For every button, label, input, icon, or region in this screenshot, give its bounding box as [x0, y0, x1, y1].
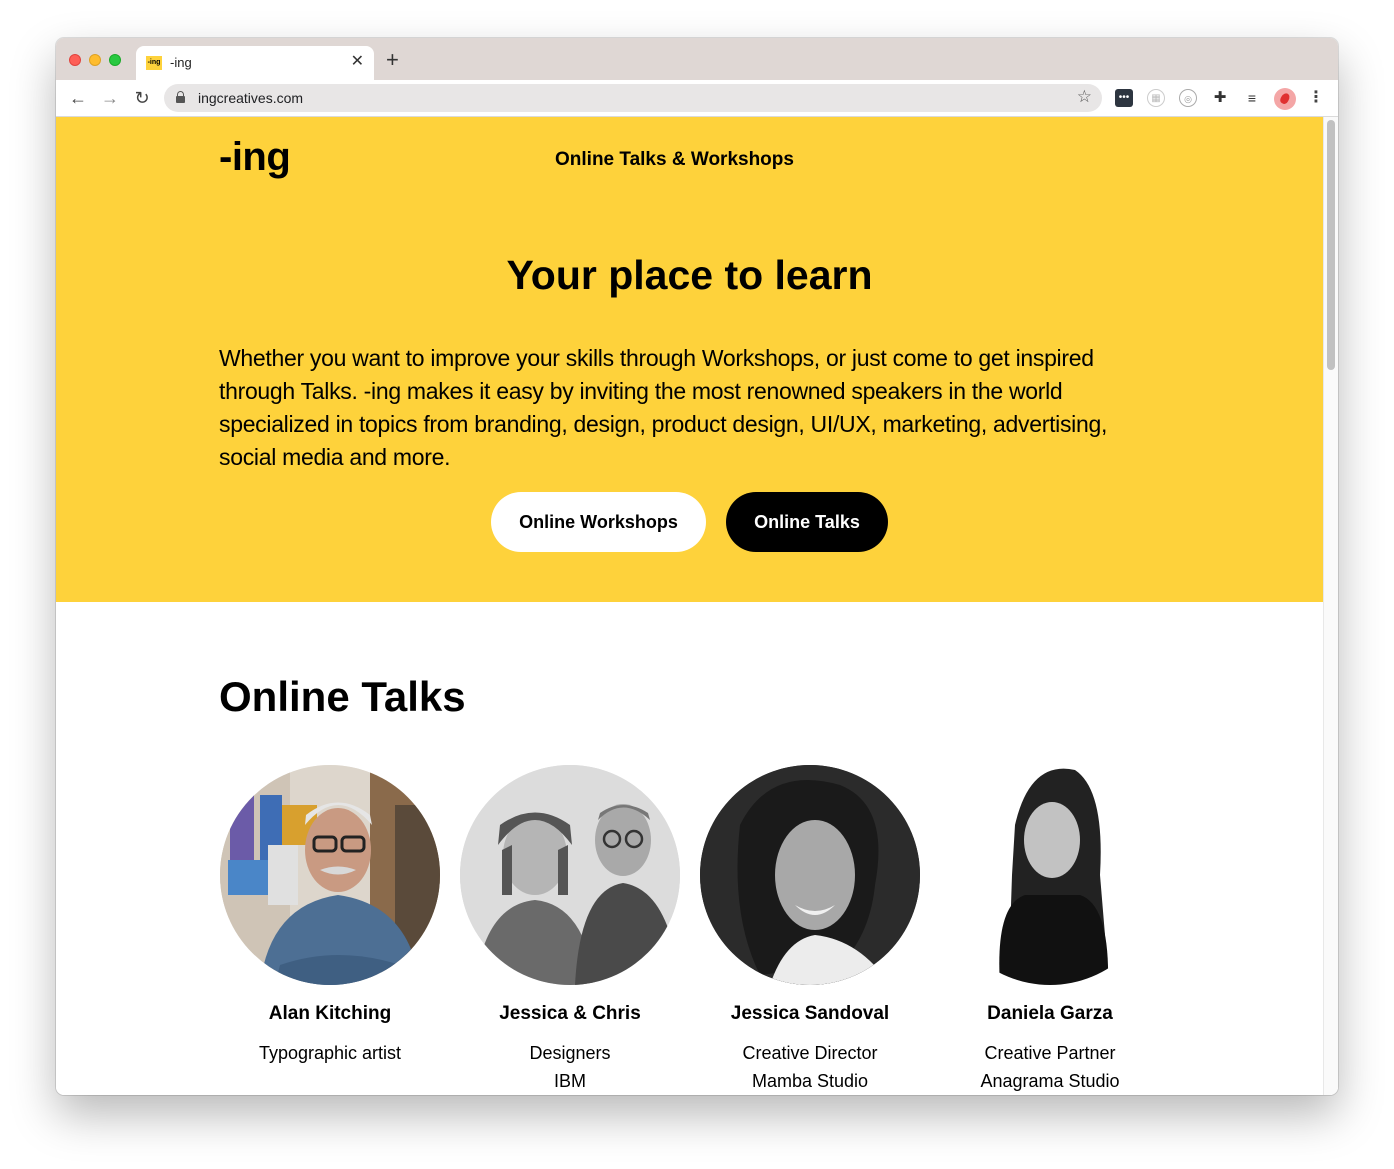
nav-link-talks-workshops[interactable]: Online Talks & Workshops: [555, 149, 794, 171]
bookmark-star-icon[interactable]: ☆: [1077, 87, 1092, 107]
hero-description: Whether you want to improve your skills …: [219, 345, 1108, 470]
speaker-photo[interactable]: [460, 765, 680, 985]
page-scrollbar[interactable]: [1323, 117, 1338, 1095]
tab-title: -ing: [170, 55, 192, 70]
close-tab-icon[interactable]: ✕: [351, 53, 364, 71]
speaker-name[interactable]: Jessica & Chris: [460, 1003, 680, 1025]
speaker-card[interactable]: Jessica Sandoval Creative Director Mamba…: [700, 765, 920, 1095]
speaker-role: Creative Director: [742, 1043, 878, 1063]
media-queue-icon[interactable]: ≡: [1243, 89, 1261, 107]
speaker-role: Typographic artist: [258, 1043, 402, 1063]
online-talks-heading: Online Talks: [219, 673, 466, 720]
back-icon[interactable]: ←: [66, 86, 90, 110]
speaker-company: Anagrama Studio: [980, 1071, 1120, 1091]
browser-tab[interactable]: -ing -ing ✕: [136, 46, 374, 80]
speaker-card[interactable]: Daniela Garza Creative Partner Anagrama …: [940, 765, 1160, 1095]
browser-toolbar: ← → ↻ ingcreatives.com ☆ ••• ▦ ◎ ✚ ≡ ⋮: [56, 80, 1338, 117]
favicon-icon: -ing: [146, 56, 162, 70]
address-bar[interactable]: ingcreatives.com ☆: [164, 84, 1102, 112]
hero-title: Your place to learn: [506, 252, 873, 298]
lock-icon: [176, 91, 185, 103]
page-viewport: -ing Online Talks & Workshops Your place…: [56, 117, 1338, 1095]
forward-icon[interactable]: →: [98, 86, 122, 110]
speaker-company: Mamba Studio: [751, 1071, 869, 1091]
minimize-window-button[interactable]: [89, 54, 101, 66]
extensions-puzzle-icon[interactable]: ✚: [1211, 89, 1229, 107]
site-logo[interactable]: -ing: [219, 135, 291, 180]
hero-section: -ing Online Talks & Workshops Your place…: [56, 117, 1323, 602]
speaker-photo[interactable]: [220, 765, 440, 985]
extension-grid-icon[interactable]: ▦: [1147, 89, 1165, 107]
speaker-card[interactable]: Jessica & Chris Designers IBM: [460, 765, 680, 1095]
speaker-name[interactable]: Alan Kitching: [220, 1003, 440, 1025]
tab-strip: -ing -ing ✕ +: [56, 38, 1338, 80]
online-workshops-button[interactable]: Online Workshops: [491, 492, 706, 552]
speaker-role: Creative Partner: [984, 1043, 1116, 1063]
speaker-company: IBM: [553, 1071, 586, 1091]
scrollbar-thumb[interactable]: [1327, 120, 1335, 370]
browser-window: -ing -ing ✕ + ← → ↻ ingcreatives.com ☆ •…: [56, 38, 1338, 1095]
speaker-name[interactable]: Jessica Sandoval: [700, 1003, 920, 1025]
speaker-name[interactable]: Daniela Garza: [940, 1003, 1160, 1025]
new-tab-icon[interactable]: +: [386, 49, 399, 71]
profile-avatar-icon[interactable]: [1274, 88, 1296, 110]
browser-menu-icon[interactable]: ⋮: [1308, 88, 1324, 108]
close-window-button[interactable]: [69, 54, 81, 66]
extension-dots-icon[interactable]: •••: [1115, 89, 1133, 107]
reload-icon[interactable]: ↻: [130, 86, 154, 110]
maximize-window-button[interactable]: [109, 54, 121, 66]
speaker-card[interactable]: Alan Kitching Typographic artist: [220, 765, 440, 1067]
extension-circle-icon[interactable]: ◎: [1179, 89, 1197, 107]
speaker-role: Designers: [529, 1043, 611, 1063]
url-text[interactable]: ingcreatives.com: [198, 90, 303, 106]
online-talks-button[interactable]: Online Talks: [726, 492, 888, 552]
speaker-photo[interactable]: [700, 765, 920, 985]
speaker-photo[interactable]: [940, 765, 1160, 985]
